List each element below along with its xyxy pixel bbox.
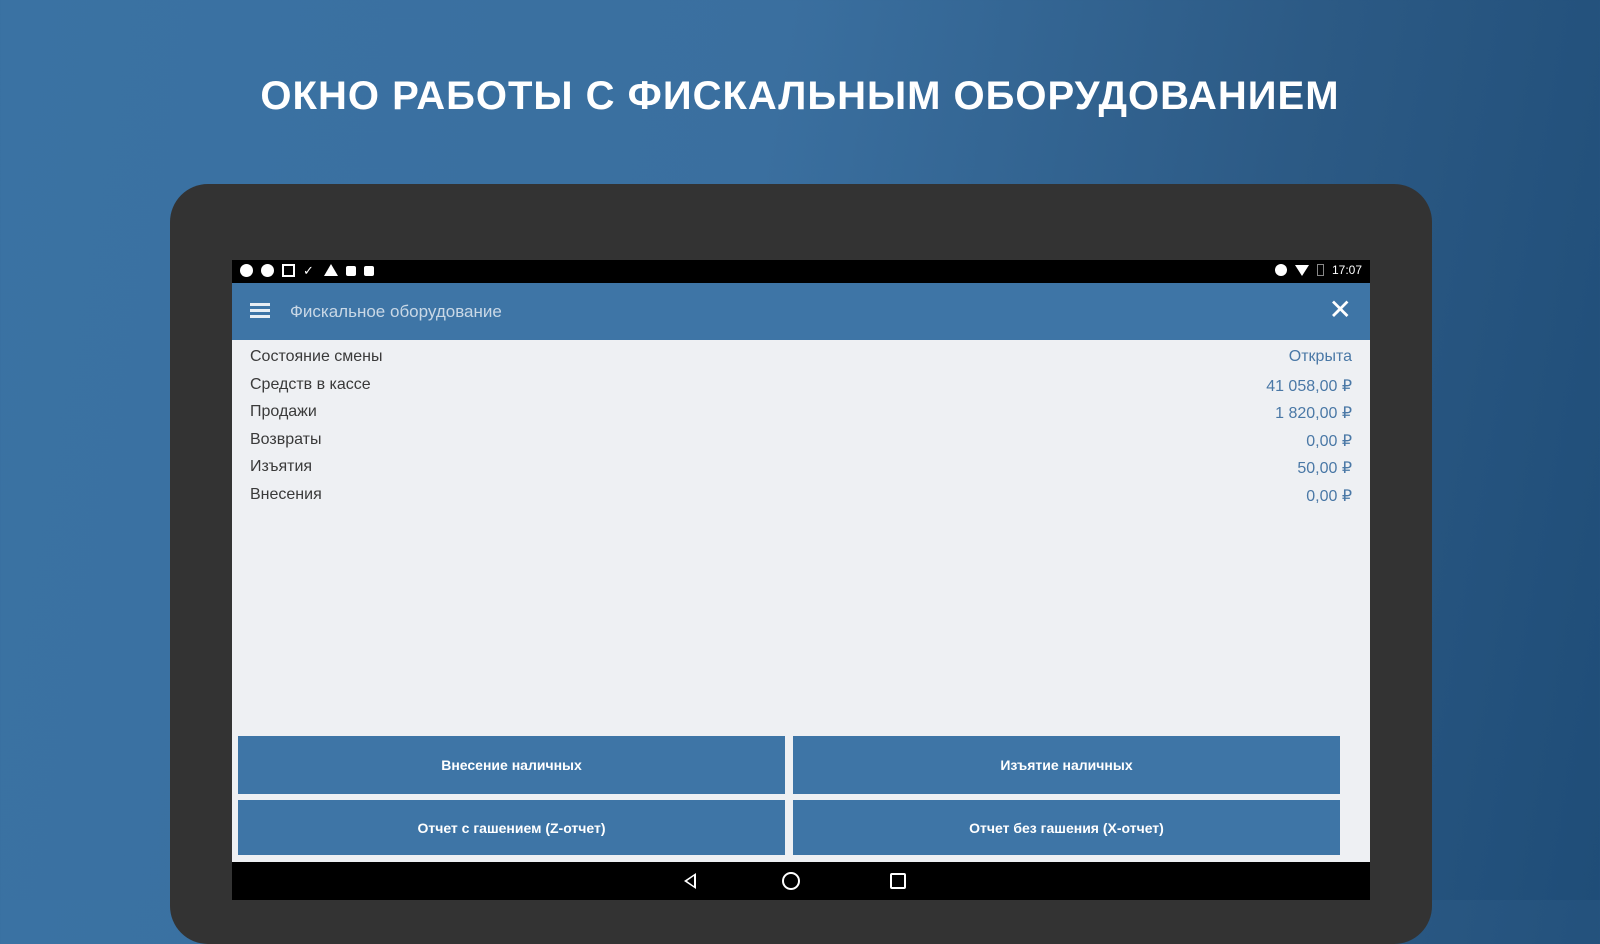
nav-bar xyxy=(232,862,1370,900)
back-icon[interactable] xyxy=(684,873,696,889)
settings-icon xyxy=(261,264,274,277)
warning-icon xyxy=(324,264,338,276)
info-label: Продажи xyxy=(250,403,317,420)
info-value: 0,00 ₽ xyxy=(1306,487,1352,505)
recent-apps-icon[interactable] xyxy=(890,873,906,889)
info-label: Возвраты xyxy=(250,430,322,448)
info-list: Состояние смены Открыта Средств в кассе … xyxy=(250,348,1352,513)
app-bar: Фискальное оборудование ✕ xyxy=(232,283,1370,340)
info-value: 41 058,00 ₽ xyxy=(1266,377,1352,395)
info-value: Открыта xyxy=(1288,348,1352,365)
screen: ✓ 17:07 Фискальное оборудование ✕ Состоя… xyxy=(232,260,1370,900)
notification-icon xyxy=(346,266,356,276)
info-row-cash-balance: Средств в кассе 41 058,00 ₽ xyxy=(250,376,1352,404)
info-label: Состояние смены xyxy=(250,348,383,365)
check-icon: ✓ xyxy=(303,263,314,278)
app-title: Фискальное оборудование xyxy=(290,302,502,321)
info-row-deposits: Внесения 0,00 ₽ xyxy=(250,486,1352,514)
battery-icon xyxy=(1316,264,1324,276)
home-icon[interactable] xyxy=(782,872,800,890)
status-icons-right: 17:07 xyxy=(1274,263,1362,277)
info-value: 1 820,00 ₽ xyxy=(1275,405,1352,422)
cash-withdraw-button[interactable]: Изъятие наличных xyxy=(793,736,1340,794)
image-icon xyxy=(282,264,295,277)
status-bar: ✓ 17:07 xyxy=(232,260,1370,283)
cash-deposit-button[interactable]: Внесение наличных xyxy=(238,736,785,794)
menu-icon[interactable] xyxy=(250,303,270,319)
x-report-button[interactable]: Отчет без гашения (X-отчет) xyxy=(793,800,1340,855)
wifi-icon xyxy=(1294,264,1309,276)
close-icon[interactable]: ✕ xyxy=(1329,295,1352,325)
notification-icon xyxy=(364,266,374,276)
status-time: 17:07 xyxy=(1331,263,1362,277)
info-row-withdrawals: Изъятия 50,00 ₽ xyxy=(250,458,1352,486)
info-row-sales: Продажи 1 820,00 ₽ xyxy=(250,403,1352,431)
info-label: Изъятия xyxy=(250,458,313,475)
alarm-icon xyxy=(1274,264,1287,276)
info-label: Средств в кассе xyxy=(250,375,371,393)
z-report-button[interactable]: Отчет с гашением (Z-отчет) xyxy=(238,800,785,855)
info-row-returns: Возвраты 0,00 ₽ xyxy=(250,431,1352,459)
tablet-frame: ✓ 17:07 Фискальное оборудование ✕ Состоя… xyxy=(170,184,1432,944)
info-row-shift-status: Состояние смены Открыта xyxy=(250,348,1352,376)
settings-icon xyxy=(240,264,253,277)
promo-title: ОКНО РАБОТЫ С ФИСКАЛЬНЫМ ОБОРУДОВАНИЕМ xyxy=(260,74,1340,118)
info-label: Внесения xyxy=(250,485,322,503)
info-value: 0,00 ₽ xyxy=(1306,432,1352,450)
info-value: 50,00 ₽ xyxy=(1297,460,1352,477)
status-icons-left: ✓ xyxy=(240,264,374,277)
